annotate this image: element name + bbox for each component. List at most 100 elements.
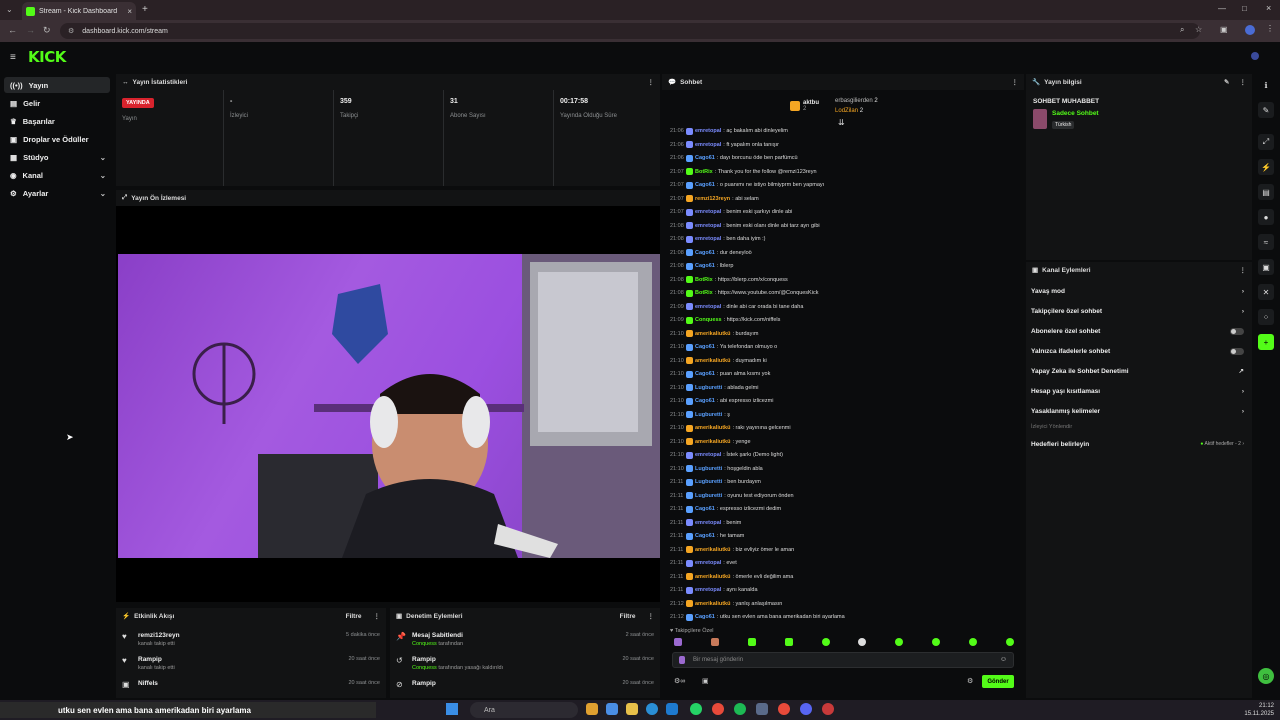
chat-username[interactable]: amerikaliutkü	[695, 331, 730, 337]
mod-tools-icon[interactable]: ⚙∞	[674, 677, 685, 685]
chat-username[interactable]: Lugburetti	[695, 466, 722, 472]
sidebar-item-droplar[interactable]: ▣ Droplar ve Ödüller	[4, 131, 110, 147]
filter-button[interactable]: Filtre	[620, 613, 636, 620]
emote-icon[interactable]	[784, 638, 793, 646]
moderation-user[interactable]: Rampip	[412, 680, 436, 687]
tool-icon[interactable]: ⤢	[1258, 134, 1274, 150]
top-user-name[interactable]: erbasgilierden	[835, 98, 873, 104]
add-icon[interactable]: +	[1258, 334, 1274, 350]
activity-user[interactable]: remzi123reyn	[138, 632, 180, 639]
chat-username[interactable]: amerikaliutkü	[695, 574, 730, 580]
windows-start-icon[interactable]	[446, 703, 458, 715]
minimize-icon[interactable]: —	[1218, 4, 1226, 13]
chat-username[interactable]: emretopal	[695, 452, 721, 458]
chat-username[interactable]: Cago61	[695, 398, 715, 404]
edit-icon[interactable]: ✎	[1224, 78, 1229, 86]
wrench-icon[interactable]: ✕	[1258, 284, 1274, 300]
emote-icon[interactable]	[1005, 638, 1014, 646]
more-options-icon[interactable]: ⋮	[1240, 266, 1247, 274]
emoji-icon[interactable]: ☺	[1000, 656, 1007, 663]
chat-input[interactable]: Bir mesaj gönderin ☺	[672, 652, 1014, 668]
emote-icon[interactable]	[710, 638, 719, 646]
chat-username[interactable]: Cago61	[695, 506, 715, 512]
emote-icon[interactable]	[821, 638, 830, 646]
chat-username[interactable]: Cago61	[695, 533, 715, 539]
url-input[interactable]: ⚙ dashboard.kick.com/stream	[60, 23, 1200, 39]
zoom-icon[interactable]: ⌕	[1180, 25, 1184, 35]
action-ai-moderation[interactable]: Yapay Zeka ile Sohbet Denetimi ↗	[1031, 363, 1244, 379]
action-set-goals[interactable]: Hedefleri belirleyin ● Aktif hedefler - 2…	[1031, 436, 1244, 452]
app-icon[interactable]	[666, 703, 678, 715]
activity-user[interactable]: Rampip	[138, 656, 175, 663]
help-icon[interactable]: ◎	[1258, 668, 1274, 684]
chat-username[interactable]: amerikaliutkü	[695, 425, 730, 431]
chat-username[interactable]: amerikaliutkü	[695, 547, 730, 553]
chat-username[interactable]: emretopal	[695, 236, 721, 242]
chat-username[interactable]: Cago61	[695, 182, 715, 188]
moderator-name[interactable]: Conquess	[412, 665, 437, 671]
more-options-icon[interactable]: ⋮	[648, 612, 655, 620]
sidebar-item-yayin[interactable]: ((•)) Yayın	[4, 77, 110, 93]
emote-icon[interactable]	[747, 638, 756, 646]
user-avatar[interactable]	[1251, 52, 1259, 60]
chat-username[interactable]: Lugburetti	[695, 493, 722, 499]
sidebar-item-gelir[interactable]: ▤ Gelir	[4, 95, 110, 111]
chat-username[interactable]: amerikaliutkü	[695, 601, 730, 607]
more-options-icon[interactable]: ⋮	[648, 78, 655, 86]
chat-username[interactable]: Cago61	[695, 250, 715, 256]
category-thumbnail[interactable]	[1033, 109, 1047, 129]
chat-username[interactable]: emretopal	[695, 142, 721, 148]
document-icon[interactable]: ▤	[1258, 184, 1274, 200]
chat-username[interactable]: emretopal	[695, 223, 721, 229]
obs-icon[interactable]	[822, 703, 834, 715]
maximize-icon[interactable]: □	[1242, 4, 1247, 13]
chat-username[interactable]: emretopal	[695, 560, 721, 566]
extensions-icon[interactable]: ▣	[1220, 25, 1228, 34]
bookmark-icon[interactable]: ☆	[1195, 25, 1202, 34]
folder-icon[interactable]	[626, 703, 638, 715]
chat-icon[interactable]: ●	[1258, 209, 1274, 225]
chat-username[interactable]: Cago61	[695, 614, 715, 620]
gift-icon[interactable]: ▣	[702, 677, 709, 685]
chat-username[interactable]: Cago61	[695, 371, 715, 377]
chat-username[interactable]: Lugburetti	[695, 385, 722, 391]
tab-list-icon[interactable]: ⌄	[6, 5, 13, 14]
chat-username[interactable]: emretopal	[695, 209, 721, 215]
emote-icon[interactable]	[858, 638, 867, 646]
action-followers-only[interactable]: Takipçilere özel sohbet ›	[1031, 303, 1244, 319]
chrome-icon[interactable]	[712, 703, 724, 715]
action-account-age[interactable]: Hesap yaşı kısıtlaması ›	[1031, 383, 1244, 399]
edge-icon[interactable]	[646, 703, 658, 715]
chat-username[interactable]: Cago61	[695, 344, 715, 350]
chat-username[interactable]: emretopal	[695, 304, 721, 310]
more-options-icon[interactable]: ⋮	[1240, 78, 1247, 86]
chat-username[interactable]: Conquess	[695, 317, 722, 323]
chat-username[interactable]: BotRix	[695, 290, 713, 296]
chat-username[interactable]: BotRix	[695, 169, 713, 175]
window-close-icon[interactable]: ×	[1266, 3, 1271, 13]
discord-icon[interactable]	[800, 703, 812, 715]
more-options-icon[interactable]: ⋮	[1012, 78, 1019, 86]
site-info-icon[interactable]: ⚙	[68, 27, 74, 35]
sidebar-item-ayarlar[interactable]: ⚙ Ayarlar ⌄	[4, 185, 110, 201]
browser-tab[interactable]: Stream - Kick Dashboard ×	[22, 2, 136, 20]
profile-avatar[interactable]	[1245, 25, 1255, 35]
emote-icon[interactable]	[895, 638, 904, 646]
moderation-user[interactable]: Rampip	[412, 656, 503, 663]
chat-username[interactable]: emretopal	[695, 128, 721, 134]
back-icon[interactable]: ←	[8, 25, 17, 35]
top-user-name[interactable]: LodZilan	[835, 108, 858, 114]
close-icon[interactable]: ×	[127, 7, 132, 16]
chat-username[interactable]: BotRix	[695, 277, 713, 283]
chat-username[interactable]: emretopal	[695, 587, 721, 593]
sidebar-item-basarilar[interactable]: ♛ Başarılar	[4, 113, 110, 129]
whatsapp-icon[interactable]	[690, 703, 702, 715]
action-banned-words[interactable]: Yasaklanmış kelimeler ›	[1031, 403, 1244, 419]
sidebar-item-kanal[interactable]: ◉ Kanal ⌄	[4, 167, 110, 183]
hamburger-menu-icon[interactable]: ≡	[10, 52, 16, 63]
share-icon[interactable]: ⁘	[1258, 309, 1274, 325]
category-link[interactable]: Sadece Sohbet	[1052, 110, 1099, 117]
chat-username[interactable]: amerikaliutkü	[695, 358, 730, 364]
reload-icon[interactable]: ↻	[43, 25, 51, 36]
activity-user[interactable]: Niffels	[138, 680, 158, 687]
